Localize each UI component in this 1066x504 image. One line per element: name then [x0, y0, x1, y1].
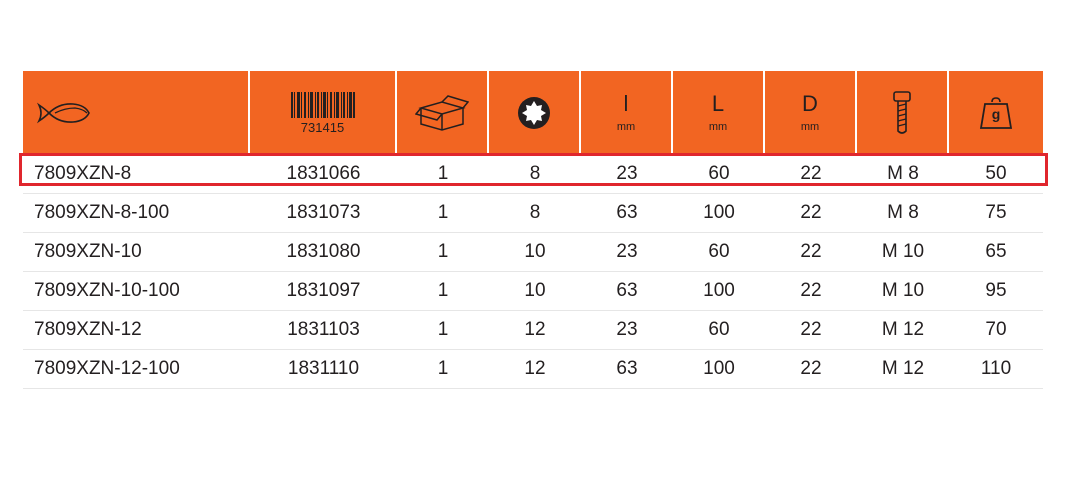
l-length-icon: l — [623, 91, 629, 116]
cell-ean: 1831080 — [286, 241, 361, 262]
header-size — [489, 71, 581, 155]
header-D-diameter: D mm — [765, 71, 857, 155]
cell-weight: 65 — [985, 241, 1007, 262]
cell-weight: 75 — [985, 202, 1007, 223]
header-article-code — [23, 71, 250, 155]
cell-bolt: M 10 — [881, 280, 925, 301]
cell-quantity: 1 — [437, 280, 449, 301]
cell-quantity: 1 — [437, 319, 449, 340]
cell-ean: 1831073 — [286, 202, 361, 223]
socket-12point-icon — [518, 97, 550, 129]
header-quantity — [397, 71, 489, 155]
table-row: 7809XZN-12-100 1831110 1 12 63 100 22 M 12 110 — [23, 350, 1043, 389]
header-ean: 731415 — [250, 71, 397, 155]
cell-L-length: 60 — [708, 241, 730, 262]
cell-D-diameter: 22 — [800, 319, 822, 340]
cell-D-diameter: 22 — [800, 280, 822, 301]
cell-L-length: 60 — [708, 319, 730, 340]
cell-ean: 1831110 — [287, 358, 360, 379]
cell-quantity: 1 — [437, 202, 449, 223]
cell-article-code: 7809XZN-10 — [34, 241, 142, 262]
cell-L-length: 100 — [703, 358, 735, 379]
D-unit: mm — [800, 121, 820, 133]
cell-ean: 1831103 — [287, 319, 360, 340]
cell-bolt: M 12 — [881, 319, 925, 340]
barcode-number: 731415 — [300, 119, 345, 135]
cell-weight: 110 — [980, 358, 1012, 379]
weight-icon: g — [979, 96, 1013, 130]
cell-size: 12 — [524, 358, 546, 379]
weight-label: g — [991, 106, 1001, 122]
cell-article-code: 7809XZN-12-100 — [34, 358, 180, 379]
product-table: 731415 l mm L mm D mm g 7809XZN-8 183106… — [23, 71, 1043, 389]
selected-row-highlight — [19, 153, 1048, 186]
l-unit: mm — [616, 121, 636, 133]
table-header: 731415 l mm L mm D mm g — [23, 71, 1043, 155]
table-body: 7809XZN-8 1831066 1 8 23 60 22 M 8 50 7809XZN-8-1… — [23, 155, 1043, 389]
cell-size: 8 — [529, 202, 541, 223]
cell-l-length: 63 — [616, 202, 638, 223]
cell-size: 12 — [524, 319, 546, 340]
cell-article-code: 7809XZN-10-100 — [34, 280, 180, 301]
cell-L-length: 100 — [703, 202, 735, 223]
cell-D-diameter: 22 — [800, 241, 822, 262]
cell-L-length: 100 — [703, 280, 735, 301]
cell-weight: 95 — [985, 280, 1007, 301]
cell-D-diameter: 22 — [800, 202, 822, 223]
header-L-length: L mm — [673, 71, 765, 155]
cell-ean: 1831097 — [286, 280, 361, 301]
cell-D-diameter: 22 — [800, 358, 822, 379]
fish-icon — [36, 102, 90, 124]
box-icon — [415, 95, 469, 131]
table-row: 7809XZN-12 1831103 1 12 23 60 22 M 12 70 — [23, 311, 1043, 350]
cell-article-code: 7809XZN-8-100 — [34, 202, 170, 223]
cell-bolt: M 10 — [881, 241, 925, 262]
cell-l-length: 63 — [616, 280, 638, 301]
header-weight: g — [949, 71, 1043, 155]
cell-article-code: 7809XZN-12 — [34, 319, 142, 340]
bolt-icon — [893, 91, 911, 134]
cell-size: 10 — [524, 241, 546, 262]
L-length-icon: L — [711, 91, 725, 116]
cell-l-length: 23 — [616, 319, 638, 340]
cell-l-length: 63 — [616, 358, 638, 379]
D-diameter-icon: D — [802, 91, 818, 116]
header-bolt — [857, 71, 949, 155]
cell-weight: 70 — [985, 319, 1007, 340]
table-row: 7809XZN-10-100 1831097 1 10 63 100 22 M 10 95 — [23, 272, 1043, 311]
cell-quantity: 1 — [437, 241, 449, 262]
barcode-icon — [290, 91, 355, 118]
cell-size: 10 — [524, 280, 546, 301]
table-row: 7809XZN-10 1831080 1 10 23 60 22 M 10 65 — [23, 233, 1043, 272]
cell-quantity: 1 — [437, 358, 449, 379]
header-l-length: l mm — [581, 71, 673, 155]
L-unit: mm — [708, 121, 728, 133]
cell-bolt: M 12 — [881, 358, 925, 379]
table-row: 7809XZN-8-100 1831073 1 8 63 100 22 M 8 75 — [23, 194, 1043, 233]
cell-bolt: M 8 — [887, 202, 919, 223]
cell-l-length: 23 — [616, 241, 638, 262]
